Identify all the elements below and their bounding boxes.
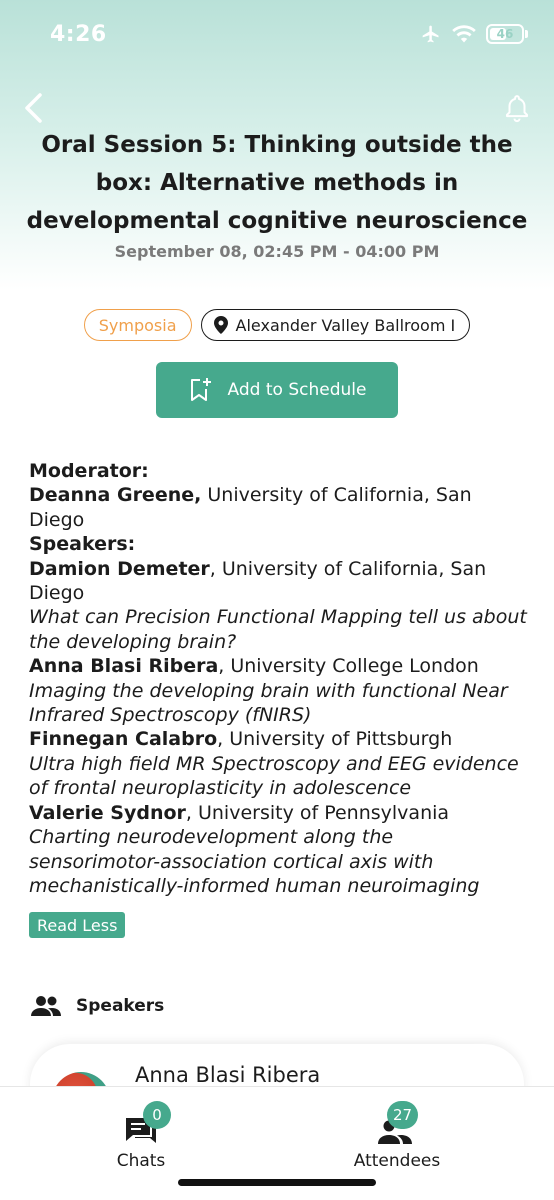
tab-chats[interactable]: 0 Chats <box>96 1101 186 1171</box>
people-icon <box>31 996 61 1016</box>
status-time: 4:26 <box>50 22 107 47</box>
attendees-badge: 27 <box>387 1101 419 1129</box>
location-label: Alexander Valley Ballroom I <box>235 315 456 335</box>
bookmark-add-icon <box>190 378 211 401</box>
speaker-entry: Finnegan Calabro, University of Pittsbur… <box>29 727 529 751</box>
chats-badge: 0 <box>143 1101 171 1129</box>
speaker-entry: Valerie Sydnor, University of Pennsylvan… <box>29 801 529 825</box>
add-to-schedule-label: Add to Schedule <box>227 380 367 400</box>
battery-icon: 46 <box>486 24 524 44</box>
battery-level: 46 <box>496 27 514 41</box>
speakers-section-label: Speakers <box>76 996 165 1016</box>
speakers-section-header: Speakers <box>30 995 164 1017</box>
chevron-left-icon <box>25 93 42 123</box>
speaker-affiliation: , University of Pennsylvania <box>185 801 450 824</box>
talk-title: Charting neurodevelopment along the sens… <box>29 826 480 897</box>
talk-title: Imaging the developing brain with functi… <box>29 679 508 727</box>
notification-button[interactable] <box>502 93 532 123</box>
speaker-name: Valerie Sydnor <box>29 801 186 824</box>
speakers-heading: Speakers: <box>29 533 136 556</box>
tab-attendees[interactable]: 27 Attendees <box>336 1101 458 1171</box>
status-bar: 4:26 46 <box>0 0 554 70</box>
moderator-name: Deanna Greene, <box>29 484 202 507</box>
session-title: Oral Session 5: Thinking outside the box… <box>26 132 528 234</box>
wifi-icon <box>452 25 476 43</box>
location-tag[interactable]: Alexander Valley Ballroom I <box>200 309 471 341</box>
session-tags: Symposia Alexander Valley Ballroom I <box>0 309 554 341</box>
speaker-affiliation: , University College London <box>218 655 479 678</box>
back-button[interactable] <box>20 92 50 124</box>
map-pin-icon <box>213 316 228 334</box>
talk-title: What can Precision Functional Mapping te… <box>29 606 527 653</box>
status-icons: 46 <box>420 24 528 44</box>
speaker-name: Anna Blasi Ribera <box>29 655 219 678</box>
tab-chats-label: Chats <box>116 1151 166 1171</box>
speaker-name: Damion Demeter <box>29 557 210 580</box>
add-to-schedule-button[interactable]: Add to Schedule <box>156 362 398 418</box>
moderator-heading: Moderator: <box>29 460 149 482</box>
airplane-icon <box>420 24 442 44</box>
moderator-entry: Deanna Greene, University of California,… <box>29 483 529 532</box>
session-datetime: September 08, 02:45 PM - 04:00 PM <box>114 242 440 261</box>
speaker-entry: Damion Demeter, University of California… <box>29 557 529 606</box>
speaker-affiliation: , University of Pittsburgh <box>217 728 453 751</box>
speaker-entry: Anna Blasi Ribera, University College Lo… <box>29 654 529 678</box>
home-indicator <box>178 1179 376 1186</box>
session-type-tag: Symposia <box>83 309 192 341</box>
speaker-name: Finnegan Calabro <box>29 728 218 751</box>
tab-attendees-label: Attendees <box>353 1151 441 1171</box>
talk-title: Ultra high field MR Spectroscopy and EEG… <box>29 752 519 800</box>
session-details: Moderator: Deanna Greene, University of … <box>29 459 529 898</box>
read-less-button[interactable]: Read Less <box>29 912 126 938</box>
bell-icon <box>506 95 528 123</box>
speaker-card-name: Anna Blasi Ribera <box>135 1063 321 1087</box>
